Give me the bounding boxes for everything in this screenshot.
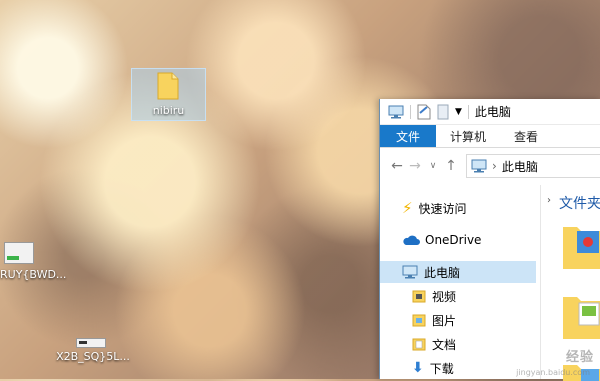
documents-folder-icon	[412, 338, 426, 351]
pictures-folder-icon[interactable]	[563, 293, 600, 339]
file-icon	[157, 72, 179, 100]
separator	[410, 104, 411, 119]
forward-arrow-icon[interactable]: →	[406, 158, 424, 174]
tab-file[interactable]: 文件	[380, 125, 437, 147]
chevron-right-icon: ›	[492, 159, 497, 173]
image-file-icon	[76, 338, 106, 348]
pictures-folder-icon	[412, 314, 426, 327]
chevron-right-icon[interactable]: ›	[547, 195, 551, 206]
nav-item-label: 文档	[432, 337, 457, 352]
window-title: 此电脑	[474, 105, 511, 119]
nav-item-label: OneDrive	[425, 233, 482, 247]
nav-item-label: 此电脑	[424, 265, 461, 280]
separator	[467, 104, 469, 119]
watermark-logo: 经验	[565, 350, 594, 365]
computer-icon	[388, 105, 404, 118]
tab-view[interactable]: 查看	[500, 125, 552, 147]
nav-item-label: 图片	[432, 313, 457, 328]
group-header-folders[interactable]: 文件夹	[559, 193, 600, 213]
nav-item-label: 视频	[432, 289, 457, 304]
address-bar: ← → ∨ ↑ › 此电脑	[380, 148, 600, 184]
computer-icon	[471, 159, 487, 173]
watermark-url: jingyan.baidu.com	[516, 368, 590, 377]
desktop-icon-label: nibiru	[152, 104, 185, 117]
nav-item-pictures[interactable]: 图片	[412, 309, 456, 331]
video-folder-icon	[412, 290, 426, 303]
properties-icon[interactable]	[417, 104, 431, 120]
file-explorer-window[interactable]: ▼ 此电脑 文件 计算机 查看 ← → ∨ ↑ › 此电脑 ⚡ 快速访问 One…	[379, 99, 600, 381]
desktop-icon-label: RUY{BWD...	[0, 268, 67, 281]
new-folder-icon[interactable]	[437, 104, 449, 120]
chevron-down-icon[interactable]: ∨	[424, 161, 442, 171]
nav-item-label: 下载	[429, 361, 454, 376]
desktop-icon-image-1[interactable]: RUY{BWD...	[0, 240, 67, 284]
download-arrow-icon: ⬇	[412, 360, 424, 376]
nav-item-this-pc[interactable]: 此电脑	[380, 261, 536, 283]
image-file-icon	[4, 242, 34, 264]
address-field[interactable]: › 此电脑	[466, 154, 600, 178]
nav-item-videos[interactable]: 视频	[412, 285, 456, 307]
computer-icon	[402, 265, 418, 279]
navigation-pane: ⚡ 快速访问 OneDrive 此电脑 视频 图片 文档 ⬇ 下载	[380, 185, 536, 379]
up-arrow-icon[interactable]: ↑	[442, 158, 460, 174]
desktop-icon-image-2[interactable]: X2B_SQ}5L...	[54, 330, 132, 370]
nav-item-onedrive[interactable]: OneDrive	[402, 229, 481, 251]
address-text: 此电脑	[501, 159, 538, 174]
video-folder-icon[interactable]	[563, 223, 600, 269]
ribbon-tabs: 文件 计算机 查看	[380, 125, 600, 148]
nav-item-downloads[interactable]: ⬇ 下载	[412, 357, 454, 379]
back-arrow-icon[interactable]: ←	[388, 158, 406, 174]
nav-item-label: 快速访问	[418, 201, 467, 216]
title-bar[interactable]: ▼ 此电脑	[380, 99, 600, 125]
chevron-down-icon[interactable]: ▼	[455, 107, 462, 117]
tab-computer[interactable]: 计算机	[436, 125, 500, 147]
desktop-icon-nibiru[interactable]: nibiru	[131, 68, 206, 121]
nav-item-quick-access[interactable]: ⚡ 快速访问	[402, 197, 467, 219]
lightning-icon: ⚡	[402, 199, 413, 217]
nav-item-documents[interactable]: 文档	[412, 333, 456, 355]
desktop-icon-label: X2B_SQ}5L...	[56, 350, 130, 363]
cloud-icon	[403, 235, 420, 245]
